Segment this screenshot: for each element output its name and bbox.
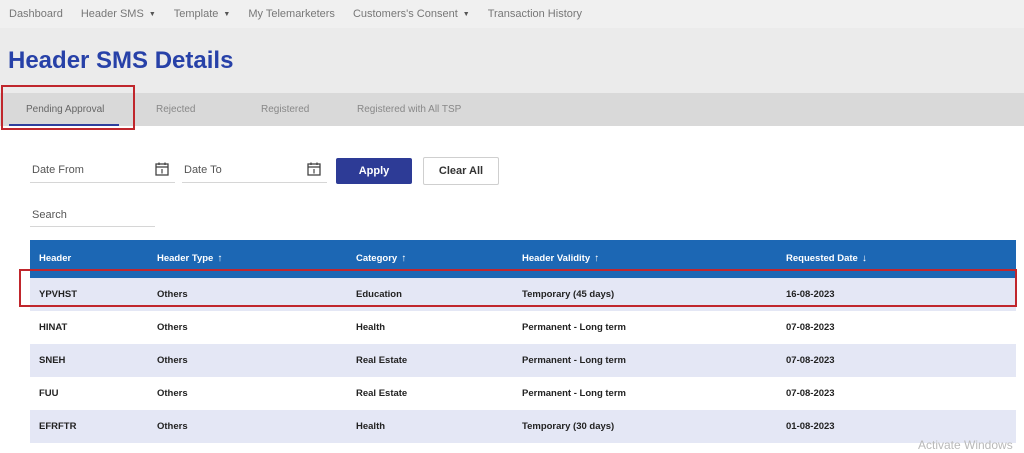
nav-label: Transaction History bbox=[487, 8, 583, 20]
cell-category: Health bbox=[356, 421, 386, 432]
cell-requested-date: 07-08-2023 bbox=[786, 322, 835, 333]
cell-header-type: Others bbox=[157, 289, 188, 300]
column-header-header[interactable]: Header bbox=[39, 240, 71, 278]
cell-header-validity: Permanent - Long term bbox=[522, 355, 626, 366]
nav-label: Header SMS bbox=[80, 8, 144, 20]
search-input[interactable]: Search bbox=[32, 209, 67, 221]
table-row[interactable]: HINAT Others Health Permanent - Long ter… bbox=[30, 311, 1016, 344]
active-tab-indicator bbox=[9, 124, 119, 126]
cell-header: SNEH bbox=[39, 355, 66, 366]
activate-windows-watermark: Activate Windows bbox=[918, 438, 1013, 452]
nav-label: My Telemarketers bbox=[248, 8, 335, 20]
sort-ascending-icon: ↑ bbox=[401, 253, 407, 264]
table-row[interactable]: YPVHST Others Education Temporary (45 da… bbox=[30, 278, 1016, 311]
cell-requested-date: 07-08-2023 bbox=[786, 355, 835, 366]
cell-header: HINAT bbox=[39, 322, 68, 333]
apply-button[interactable]: Apply bbox=[336, 158, 412, 184]
page-title: Header SMS Details bbox=[8, 47, 234, 74]
nav-label: Customers's Consent bbox=[352, 8, 458, 20]
tab-bar: Pending Approval Rejected Registered Reg… bbox=[0, 93, 1024, 126]
cell-requested-date: 07-08-2023 bbox=[786, 388, 835, 399]
tab-rejected[interactable]: Rejected bbox=[156, 93, 195, 126]
nav-header-sms[interactable]: Header SMS ▼ bbox=[81, 8, 156, 20]
sort-ascending-icon: ↑ bbox=[594, 253, 600, 264]
column-header-header-validity[interactable]: Header Validity ↑ bbox=[522, 240, 599, 278]
column-header-requested-date[interactable]: Requested Date ↓ bbox=[786, 240, 867, 278]
cell-header-validity: Permanent - Long term bbox=[522, 322, 626, 333]
caret-down-icon: ▼ bbox=[148, 10, 156, 18]
column-label: Category bbox=[356, 253, 398, 264]
nav-label: Dashboard bbox=[9, 8, 63, 20]
clear-all-button[interactable]: Clear All bbox=[423, 157, 499, 185]
nav-dashboard[interactable]: Dashboard bbox=[9, 8, 63, 20]
cell-category: Real Estate bbox=[356, 388, 408, 399]
date-to-field[interactable]: Date To bbox=[184, 164, 222, 176]
calendar-icon[interactable] bbox=[155, 162, 169, 176]
date-from-underline bbox=[30, 182, 175, 183]
cell-header-validity: Temporary (45 days) bbox=[522, 289, 615, 300]
cell-category: Health bbox=[356, 322, 386, 333]
search-underline bbox=[30, 226, 155, 227]
tab-pending-approval[interactable]: Pending Approval bbox=[26, 93, 104, 126]
column-label: Requested Date bbox=[786, 253, 858, 264]
cell-header-validity: Permanent - Long term bbox=[522, 388, 626, 399]
tab-registered-all-tsp[interactable]: Registered with All TSP bbox=[357, 93, 461, 126]
cell-header-validity: Temporary (30 days) bbox=[522, 421, 615, 432]
cell-header: YPVHST bbox=[39, 289, 78, 300]
sort-ascending-icon: ↑ bbox=[217, 253, 223, 264]
sort-descending-icon: ↓ bbox=[861, 253, 867, 264]
cell-header-type: Others bbox=[157, 355, 188, 366]
cell-header-type: Others bbox=[157, 388, 188, 399]
cell-header: FUU bbox=[39, 388, 59, 399]
table-row[interactable]: EFRFTR Others Health Temporary (30 days)… bbox=[30, 410, 1016, 443]
tab-registered[interactable]: Registered bbox=[261, 93, 309, 126]
cell-category: Education bbox=[356, 289, 402, 300]
column-label: Header bbox=[39, 253, 72, 264]
nav-my-telemarketers[interactable]: My Telemarketers bbox=[248, 8, 335, 20]
cell-category: Real Estate bbox=[356, 355, 408, 366]
cell-header-type: Others bbox=[157, 322, 188, 333]
table-row[interactable]: SNEH Others Real Estate Permanent - Long… bbox=[30, 344, 1016, 377]
date-from-field[interactable]: Date From bbox=[32, 164, 84, 176]
table-row[interactable]: FUU Others Real Estate Permanent - Long … bbox=[30, 377, 1016, 410]
header-sms-table: Header Header Type ↑ Category ↑ Header Val… bbox=[30, 240, 1016, 443]
nav-transaction-history[interactable]: Transaction History bbox=[488, 8, 582, 20]
caret-down-icon: ▼ bbox=[223, 10, 231, 18]
calendar-icon[interactable] bbox=[307, 162, 321, 176]
top-navigation: Dashboard Header SMS ▼ Template ▼ My Telem… bbox=[0, 0, 1024, 28]
column-header-category[interactable]: Category ↑ bbox=[356, 240, 406, 278]
table-header-row: Header Header Type ↑ Category ↑ Header Val… bbox=[30, 240, 1016, 278]
nav-template[interactable]: Template ▼ bbox=[174, 8, 231, 20]
date-to-underline bbox=[182, 182, 327, 183]
column-header-header-type[interactable]: Header Type ↑ bbox=[157, 240, 222, 278]
cell-header-type: Others bbox=[157, 421, 188, 432]
caret-down-icon: ▼ bbox=[462, 10, 470, 18]
cell-header: EFRFTR bbox=[39, 421, 77, 432]
column-label: Header Type bbox=[157, 253, 214, 264]
cell-requested-date: 01-08-2023 bbox=[786, 421, 835, 432]
nav-customers-consent[interactable]: Customers's Consent ▼ bbox=[353, 8, 470, 20]
cell-requested-date: 16-08-2023 bbox=[786, 289, 835, 300]
column-label: Header Validity bbox=[522, 253, 591, 264]
nav-label: Template bbox=[173, 8, 219, 20]
